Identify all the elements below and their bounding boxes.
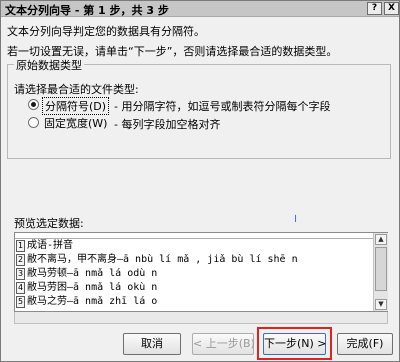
scroll-up-arrow-icon[interactable]: ▲	[375, 234, 387, 245]
radio-delimited-description: - 用分隔字符，如逗号或制表符分隔每个字段	[114, 100, 331, 113]
preview-row: 2 敝不离马，甲不离身—ā nbù lí mǎ , jiǎ bù lí shē …	[15, 253, 373, 267]
text-to-columns-wizard-dialog: 文本分列向导 - 第 1 步，共 3 步 ? X 文本分列向导判定您的数据具有分…	[0, 0, 400, 362]
radio-fixed-width-description: - 每列字段加空格对齐	[114, 118, 221, 131]
preview-vertical-scrollbar[interactable]: ▲ ▼	[373, 233, 388, 311]
finish-button[interactable]: 完成(F)	[337, 333, 393, 355]
preview-horizontal-scrollbar[interactable]	[14, 312, 388, 324]
row-text: 敝马之劳—ā nmǎ zhī lá o	[27, 296, 158, 307]
data-preview-panel[interactable]: 1 成语-拼音 2 敝不离马，甲不离身—ā nbù lí mǎ , jiǎ bù…	[14, 232, 388, 312]
scroll-thumb[interactable]	[375, 247, 387, 291]
row-text: 敝马劳困—ā nmǎ lá okù n	[27, 282, 158, 293]
intro-line-1: 文本分列向导判定您的数据具有分隔符。	[7, 25, 205, 38]
radio-fixed-width-label[interactable]: 固定宽度(W)	[42, 115, 109, 131]
cancel-button[interactable]: 取消	[123, 333, 181, 355]
file-type-prompt: 请选择最合适的文件类型:	[14, 83, 139, 96]
radio-delimited-label[interactable]: 分隔符号(D)	[42, 97, 110, 115]
row-number: 3	[16, 268, 25, 280]
close-button[interactable]: X	[384, 2, 399, 15]
preview-rows: 1 成语-拼音 2 敝不离马，甲不离身—ā nbù lí mǎ , jiǎ bù…	[15, 239, 373, 309]
row-number: 1	[16, 240, 25, 252]
row-number: 5	[16, 296, 25, 308]
row-number: 4	[16, 282, 25, 294]
row-text: 成语-拼音	[27, 240, 74, 251]
dialog-title: 文本分列向导 - 第 1 步，共 3 步	[5, 4, 169, 17]
scroll-down-arrow-icon[interactable]: ▼	[375, 299, 387, 310]
next-button-highlight-box	[257, 327, 332, 360]
preview-label: 预览选定数据:	[14, 217, 84, 230]
row-number: 2	[16, 254, 25, 266]
back-button[interactable]: < 上一步(B)	[192, 333, 255, 355]
preview-row: 1 成语-拼音	[15, 239, 373, 253]
group-legend: 原始数据类型	[14, 57, 84, 73]
titlebar: 文本分列向导 - 第 1 步，共 3 步 ? X	[1, 1, 399, 17]
row-text: 敝不离马，甲不离身—ā nbù lí mǎ , jiǎ bù lí shē n	[27, 254, 298, 265]
row-text: 敝马劳顿—ā nmǎ lá odù n	[27, 268, 158, 279]
radio-delimited-indicator[interactable]	[28, 99, 39, 110]
help-button[interactable]: ?	[367, 2, 382, 15]
preview-row: 3 敝马劳顿—ā nmǎ lá odù n	[15, 267, 373, 281]
preview-row: 5 敝马之劳—ā nmǎ zhī lá o	[15, 295, 373, 309]
preview-row: 4 敝马劳困—ā nmǎ lá okù n	[15, 281, 373, 295]
radio-fixed-width-indicator[interactable]	[28, 117, 39, 128]
mouse-cursor-icon: ╵	[292, 215, 300, 229]
